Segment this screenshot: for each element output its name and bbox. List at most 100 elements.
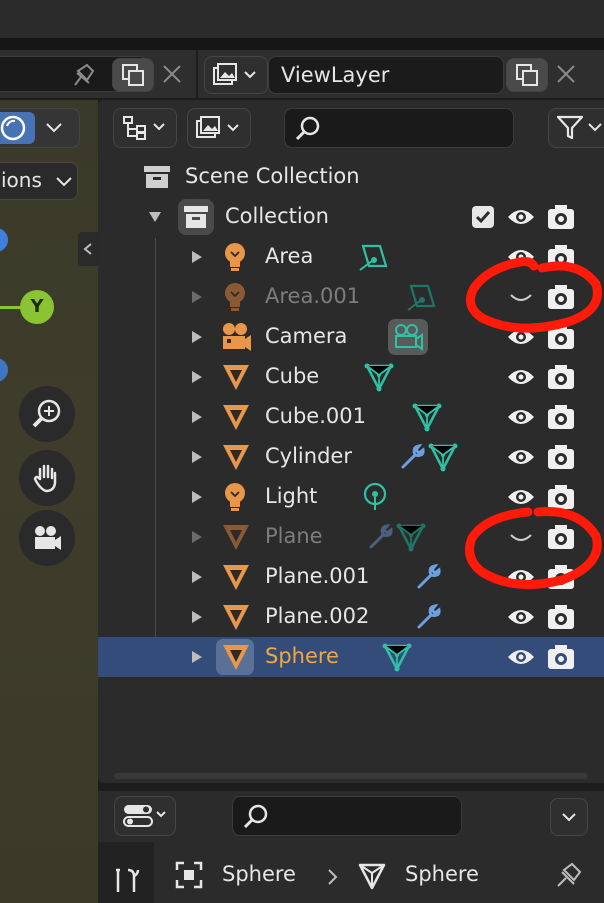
outliner-row[interactable]: Plane.001: [98, 557, 604, 597]
area-light-data-icon[interactable]: [406, 282, 438, 316]
expand-arrow-icon[interactable]: [192, 651, 202, 663]
expand-arrow-icon[interactable]: [192, 571, 202, 583]
render-camera-icon[interactable]: [546, 563, 576, 595]
breadcrumb-object[interactable]: Sphere: [222, 862, 296, 886]
sidebar-toggle[interactable]: [78, 232, 98, 266]
eye-icon[interactable]: [506, 485, 536, 513]
outliner-scrollbar[interactable]: [114, 773, 588, 779]
render-camera-icon[interactable]: [546, 443, 576, 475]
eye-icon[interactable]: [506, 565, 536, 593]
render-camera-icon[interactable]: [546, 603, 576, 635]
duplicate-button[interactable]: [112, 58, 154, 92]
expand-arrow-icon[interactable]: [192, 491, 202, 503]
close-icon[interactable]: [554, 62, 578, 86]
render-camera-icon[interactable]: [546, 483, 576, 515]
expand-arrow-icon[interactable]: [192, 451, 202, 463]
collection-row[interactable]: Collection: [98, 197, 604, 237]
outliner-row[interactable]: Plane: [98, 517, 604, 557]
tool-icon[interactable]: [112, 866, 142, 896]
viewlayer-name: ViewLayer: [281, 63, 390, 87]
render-camera-icon[interactable]: [546, 643, 576, 675]
outliner-search-input[interactable]: [284, 108, 514, 148]
properties-search-input[interactable]: [232, 796, 462, 836]
camera-data-icon[interactable]: [388, 319, 428, 359]
expand-arrow-icon[interactable]: [192, 611, 202, 623]
eye-icon[interactable]: [506, 405, 536, 433]
outliner-row[interactable]: Cube: [98, 357, 604, 397]
modifier-icon[interactable]: [414, 562, 444, 596]
mesh-data-icon[interactable]: [412, 402, 442, 436]
scene-filter-dropdown[interactable]: [187, 108, 251, 148]
render-camera-icon[interactable]: [546, 523, 576, 555]
render-camera-icon[interactable]: [546, 363, 576, 395]
expand-arrow-icon[interactable]: [192, 371, 202, 383]
shading-dropdown[interactable]: [0, 108, 80, 148]
eye-icon[interactable]: [506, 245, 536, 273]
expand-arrow-icon[interactable]: [192, 331, 202, 343]
object-name-label: Cylinder: [265, 444, 352, 468]
render-camera-icon[interactable]: [546, 403, 576, 435]
breadcrumb-mesh[interactable]: Sphere: [405, 862, 479, 886]
point-light-data-icon[interactable]: [360, 482, 390, 516]
expand-arrow-icon[interactable]: [192, 411, 202, 423]
outliner-row[interactable]: Camera: [98, 317, 604, 357]
display-mode-dropdown[interactable]: [113, 108, 177, 148]
object-name-label: Cube: [265, 364, 320, 388]
editor-type-dropdown[interactable]: [114, 796, 176, 836]
mesh-data-icon[interactable]: [382, 642, 412, 676]
3d-viewport[interactable]: ions Y: [0, 100, 98, 903]
gizmo-y-axis[interactable]: Y: [20, 290, 54, 324]
mesh-object-icon: [220, 601, 252, 637]
scene-browse-button[interactable]: [204, 56, 268, 94]
outliner-row[interactable]: Area: [98, 237, 604, 277]
outliner-row[interactable]: Light: [98, 477, 604, 517]
eye-closed-icon[interactable]: [506, 525, 536, 553]
render-camera-icon[interactable]: [546, 203, 576, 231]
eye-icon[interactable]: [506, 205, 536, 229]
filter-dropdown[interactable]: [548, 108, 604, 148]
modifier-mesh-icons[interactable]: [398, 442, 458, 476]
eye-icon[interactable]: [506, 645, 536, 673]
properties-options-button[interactable]: [550, 798, 588, 836]
expand-arrow-icon[interactable]: [149, 212, 161, 222]
gizmo-neg-z-axis[interactable]: [0, 358, 8, 382]
camera-view-button[interactable]: [19, 510, 75, 566]
viewlayer-field[interactable]: ViewLayer: [268, 56, 504, 94]
eye-icon[interactable]: [506, 365, 536, 393]
render-camera-icon[interactable]: [546, 243, 576, 275]
scene-collection-row[interactable]: Scene Collection: [98, 157, 604, 197]
outliner-row[interactable]: Area.001: [98, 277, 604, 317]
outliner-row[interactable]: Cylinder: [98, 437, 604, 477]
modifier-icon[interactable]: [414, 602, 444, 636]
pin-icon[interactable]: [65, 61, 99, 89]
mesh-data-icon[interactable]: [364, 362, 394, 396]
expand-arrow-icon[interactable]: [192, 531, 202, 543]
outliner-row[interactable]: Cube.001: [98, 397, 604, 437]
render-camera-icon[interactable]: [546, 323, 576, 355]
outliner-row[interactable]: Sphere: [98, 637, 604, 677]
object-name-label: Area.001: [265, 284, 361, 308]
pan-button[interactable]: [19, 450, 75, 506]
expand-arrow-icon[interactable]: [192, 251, 202, 263]
gizmo-z-axis[interactable]: [0, 228, 8, 252]
outliner-row[interactable]: Plane.002: [98, 597, 604, 637]
modifier-mesh-icons[interactable]: [366, 522, 426, 556]
duplicate-icon: [122, 64, 144, 86]
options-dropdown[interactable]: ions: [0, 162, 78, 200]
eye-icon[interactable]: [506, 445, 536, 473]
eye-closed-icon[interactable]: [506, 285, 536, 313]
close-icon[interactable]: [160, 62, 184, 86]
expand-arrow-icon[interactable]: [192, 291, 202, 303]
properties-panel: Sphere Sphere: [98, 790, 604, 903]
camera-object-icon: [219, 321, 253, 357]
area-light-data-icon[interactable]: [358, 242, 390, 276]
viewlayer-duplicate-button[interactable]: [506, 58, 548, 92]
exclude-checkbox[interactable]: [472, 206, 494, 228]
search-icon: [295, 116, 320, 141]
eye-icon[interactable]: [506, 605, 536, 633]
render-camera-icon[interactable]: [546, 283, 576, 315]
check-icon: [475, 211, 491, 224]
eye-icon[interactable]: [506, 325, 536, 353]
pin-icon[interactable]: [552, 860, 586, 890]
zoom-button[interactable]: [19, 386, 75, 442]
